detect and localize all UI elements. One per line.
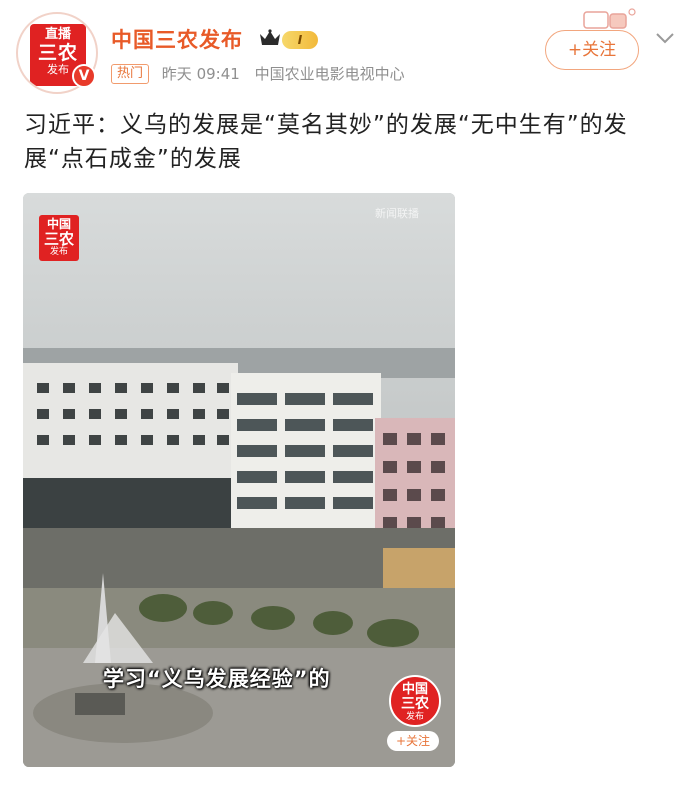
post-source[interactable]: 中国农业电影电视中心 [255,65,405,83]
cat-decoration-icon [583,8,636,29]
watermark-text: 新闻联播 [375,207,419,220]
post-time: 昨天 09:41 [161,65,240,83]
watermark-logo-mid: 三农 [43,230,74,248]
follow-button[interactable]: +关注 [545,30,639,70]
avatar-live-label: 直播 [44,27,71,42]
corner-logo: 中国 三农 发布 [389,675,441,727]
avatar-brand-label: 三农 [37,42,78,64]
post-text: 习近平：义乌的发展是“莫名其妙”的发展“无中生有”的发展“点石成金”的发展 [24,112,628,172]
level-badge: I [282,31,318,49]
video-player[interactable]: 中国 三农 发布 新闻联播 学习“义乌发展经验”的 中国 三农 发布 +关注 [23,193,455,767]
video-follow-button[interactable]: +关注 [387,731,439,751]
chevron-down-icon[interactable] [654,30,676,46]
post-meta: 热门 昨天 09:41 中国农业电影电视中心 [111,63,405,85]
account-name[interactable]: 中国三农发布 [111,24,243,54]
watermark-logo: 中国 三农 发布 [39,215,79,261]
verified-badge-icon: V [72,64,96,88]
watermark-logo-bottom: 发布 [49,247,68,257]
hot-tag: 热门 [111,63,150,84]
corner-logo-mid: 三农 [401,696,429,712]
crown-icon [260,29,280,45]
corner-logo-bottom: 发布 [405,712,424,722]
corner-logo-top: 中国 [401,682,428,697]
video-caption: 学习“义乌发展经验”的 [103,667,331,691]
